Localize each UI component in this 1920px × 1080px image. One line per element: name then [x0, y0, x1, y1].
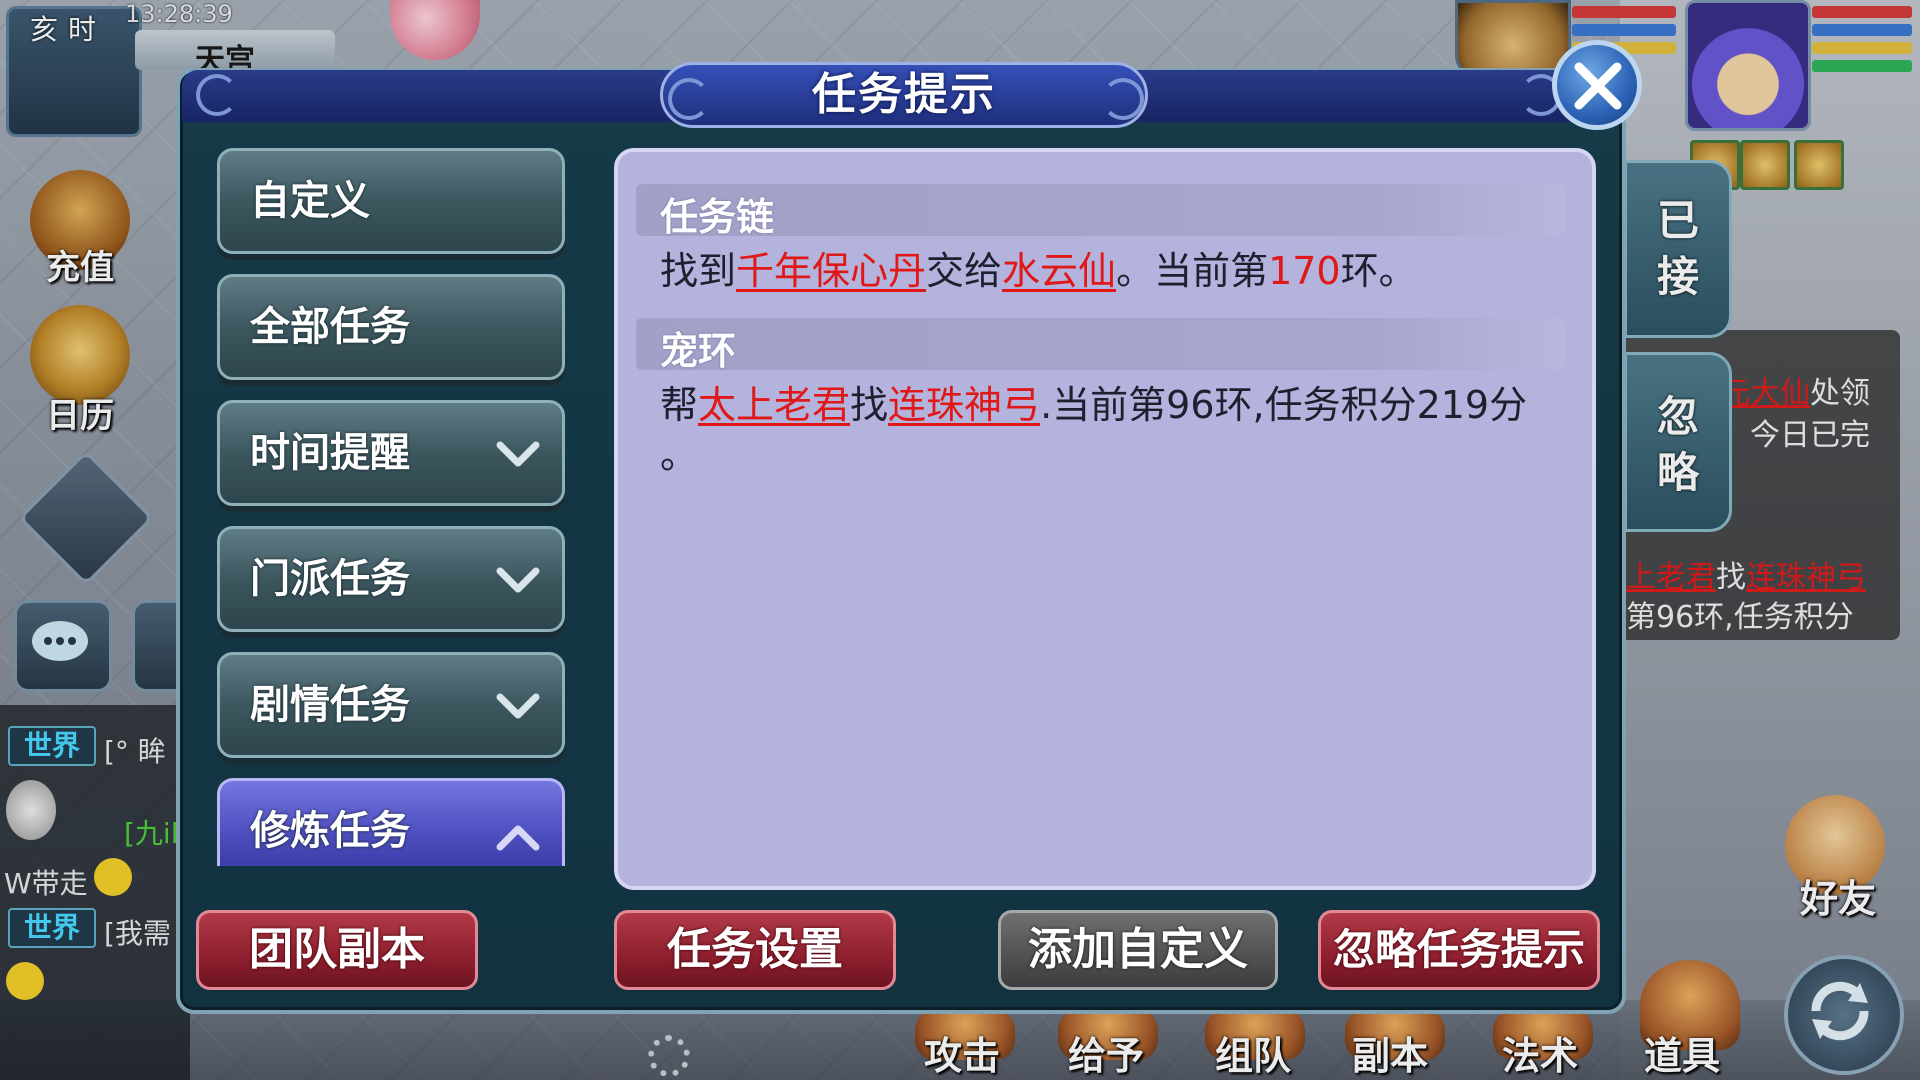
- close-icon: [1574, 62, 1622, 110]
- chevron-down-icon: [496, 693, 540, 719]
- category-sect-tasks[interactable]: 门派任务: [217, 526, 565, 632]
- category-time-reminder[interactable]: 时间提醒: [217, 400, 565, 506]
- category-story-tasks[interactable]: 剧情任务: [217, 652, 565, 758]
- task-text: 。当前第: [1116, 249, 1269, 293]
- section-header: [636, 184, 1566, 236]
- dialog-title: 任务提示: [812, 69, 996, 120]
- section-header: [636, 318, 1566, 370]
- chevron-up-icon: [496, 825, 540, 851]
- pet-ring-description-tail: 。: [660, 433, 699, 477]
- task-settings-button[interactable]: 任务设置: [614, 910, 896, 990]
- chevron-down-icon: [496, 441, 540, 467]
- section-title-task-chain: 任务链: [660, 195, 775, 239]
- category-label: 自定义: [250, 178, 370, 224]
- item-link-qiannianbaoxindan[interactable]: 千年保心丹: [736, 249, 926, 293]
- category-custom[interactable]: 自定义: [217, 148, 565, 254]
- category-label: 剧情任务: [250, 682, 410, 728]
- task-text: 找到: [660, 249, 737, 293]
- item-link-lianzhushengong[interactable]: 连珠神弓: [888, 383, 1040, 427]
- category-label: 修炼任务: [250, 808, 410, 854]
- task-chain-description: 找到千年保心丹交给水云仙。当前第170环。: [660, 240, 1417, 295]
- task-text: 帮: [660, 383, 699, 427]
- team-dungeon-button[interactable]: 团队副本: [196, 910, 478, 990]
- add-custom-button[interactable]: 添加自定义: [998, 910, 1278, 990]
- task-round-number: 170: [1268, 249, 1341, 293]
- close-button[interactable]: [1552, 40, 1642, 130]
- npc-link-shuiyunxian[interactable]: 水云仙: [1002, 249, 1116, 293]
- task-text: 环。: [1340, 249, 1417, 293]
- pet-ring-description: 帮太上老君找连珠神弓.当前第96环,任务积分219分: [660, 374, 1527, 429]
- npc-link-taishanglaojun[interactable]: 太上老君: [698, 383, 850, 427]
- category-all-tasks[interactable]: 全部任务: [217, 274, 565, 380]
- category-label: 全部任务: [250, 304, 410, 350]
- ornament-swirl-icon: [196, 74, 238, 116]
- category-cultivation-tasks[interactable]: 修炼任务: [217, 778, 565, 866]
- ignore-task-hint-button[interactable]: 忽略任务提示: [1318, 910, 1600, 990]
- section-title-pet-ring: 宠环: [660, 329, 737, 373]
- task-text: 找: [850, 383, 889, 427]
- category-label: 时间提醒: [250, 430, 410, 476]
- category-label: 门派任务: [250, 556, 410, 602]
- task-text: .当前第96环,任务积分219分: [1040, 383, 1528, 427]
- chevron-down-icon: [496, 567, 540, 593]
- task-text: 交给: [926, 249, 1003, 293]
